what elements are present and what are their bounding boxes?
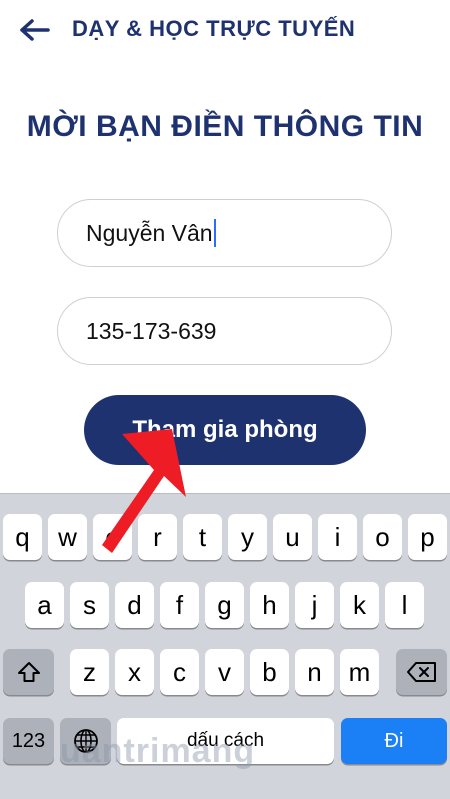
- key-f[interactable]: f: [160, 582, 199, 628]
- key-r[interactable]: r: [138, 514, 177, 560]
- backspace-icon: [406, 662, 436, 682]
- key-a[interactable]: a: [25, 582, 64, 628]
- key-x[interactable]: x: [115, 649, 154, 695]
- page-title: MỜI BẠN ĐIỀN THÔNG TIN: [26, 110, 424, 143]
- key-u[interactable]: u: [273, 514, 312, 560]
- shift-icon: [17, 662, 40, 682]
- room-id-field[interactable]: 135-173-639: [57, 297, 392, 365]
- globe-key[interactable]: [60, 718, 111, 764]
- text-cursor: [213, 219, 216, 247]
- delete-key[interactable]: [396, 649, 447, 695]
- key-b[interactable]: b: [250, 649, 289, 695]
- header-title: DẠY & HỌC TRỰC TUYẾN: [72, 16, 356, 41]
- shift-key[interactable]: [3, 649, 54, 695]
- key-v[interactable]: v: [205, 649, 244, 695]
- key-g[interactable]: g: [205, 582, 244, 628]
- name-field[interactable]: Nguyễn Vân: [57, 199, 392, 267]
- key-i[interactable]: i: [318, 514, 357, 560]
- join-room-button[interactable]: Tham gia phòng: [84, 395, 366, 465]
- header-bar: DẠY & HỌC TRỰC TUYẾN: [0, 0, 450, 62]
- key-w[interactable]: w: [48, 514, 87, 560]
- name-field-value: Nguyễn Vân: [86, 219, 213, 246]
- key-y[interactable]: y: [228, 514, 267, 560]
- key-z[interactable]: z: [70, 649, 109, 695]
- key-t[interactable]: t: [183, 514, 222, 560]
- arrow-left-icon: [20, 19, 50, 41]
- key-d[interactable]: d: [115, 582, 154, 628]
- numbers-key[interactable]: 123: [3, 718, 54, 764]
- key-j[interactable]: j: [295, 582, 334, 628]
- globe-icon: [73, 729, 98, 753]
- space-key[interactable]: dấu cách: [117, 718, 334, 764]
- key-s[interactable]: s: [70, 582, 109, 628]
- key-e[interactable]: e: [93, 514, 132, 560]
- key-q[interactable]: q: [3, 514, 42, 560]
- back-button[interactable]: [14, 14, 54, 46]
- key-k[interactable]: k: [340, 582, 379, 628]
- key-o[interactable]: o: [363, 514, 402, 560]
- key-c[interactable]: c: [160, 649, 199, 695]
- key-l[interactable]: l: [385, 582, 424, 628]
- keyboard: q w e r t y u i o p a s d f g h j k l z …: [0, 493, 450, 799]
- go-key[interactable]: Đi: [341, 718, 447, 764]
- key-p[interactable]: p: [408, 514, 447, 560]
- key-n[interactable]: n: [295, 649, 334, 695]
- key-h[interactable]: h: [250, 582, 289, 628]
- room-id-field-value: 135-173-639: [86, 317, 217, 344]
- key-m[interactable]: m: [340, 649, 379, 695]
